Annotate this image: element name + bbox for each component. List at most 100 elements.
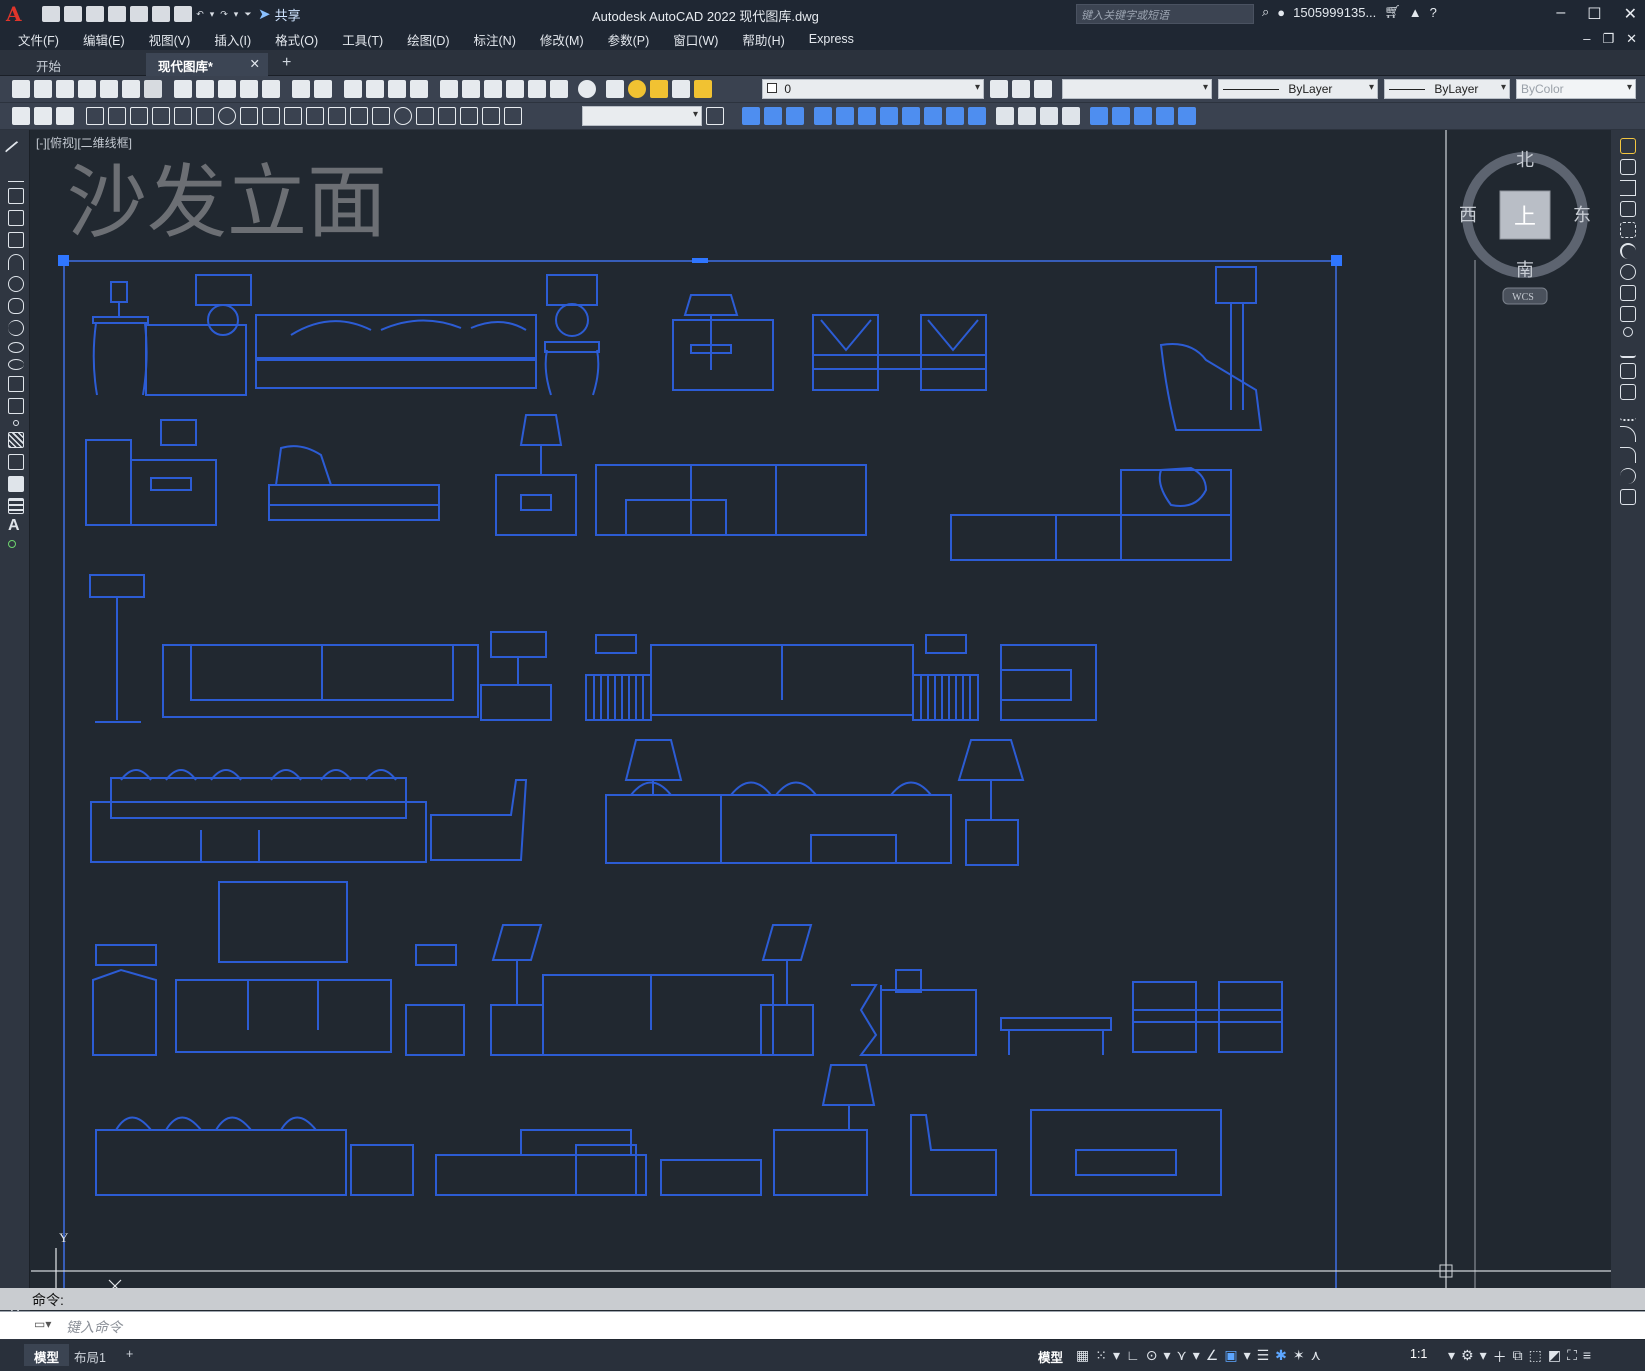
insert-block-left-icon[interactable] [8,376,24,392]
help-button[interactable]: ? [1430,5,1437,20]
subtract-icon[interactable] [764,107,782,125]
new-file-icon[interactable] [42,6,60,22]
search-input[interactable]: 键入关键字或短语 [1076,4,1254,24]
save-icon[interactable] [86,6,104,22]
model-space-toggle[interactable]: 模型 [1038,1347,1063,1366]
undo-dropdown-icon[interactable]: ▾ [208,6,216,22]
pan-icon[interactable] [344,80,362,98]
grid-icon[interactable]: ▦ [1076,1347,1089,1364]
continue-dim-icon[interactable] [306,107,324,125]
construction-line-icon[interactable] [8,166,24,182]
command-customize-icon[interactable]: ▭▾ [34,1317,51,1331]
cart-icon[interactable]: 🛒︎ [1384,4,1401,20]
search-icon[interactable]: ⌕ [1262,4,1269,20]
plotstyle-dropdown[interactable]: ByColor ▾ [1516,79,1636,99]
tool-palettes-icon[interactable] [484,80,502,98]
arc-icon[interactable] [8,254,24,270]
tab-start[interactable]: 开始 [24,53,144,76]
trim-icon[interactable] [1623,327,1633,337]
cut-icon[interactable] [174,80,192,98]
jogged-dim-icon[interactable] [196,107,214,125]
inspect-icon[interactable] [416,107,434,125]
fillet-icon[interactable] [1620,447,1636,463]
redo-icon[interactable]: ↷ [220,6,228,22]
drawing-canvas[interactable]: [-][俯视][二维线框] 沙发立面 上 北 南 西 东 WCS Y [31,130,1611,1288]
circle-icon[interactable] [8,276,24,292]
menu-draw[interactable]: 绘图(D) [407,30,449,49]
menu-help[interactable]: 帮助(H) [742,30,784,49]
workspace-gear-icon[interactable]: ⚙ [1461,1347,1474,1367]
ellipse-icon[interactable] [8,342,24,353]
break-icon[interactable] [1620,384,1636,400]
share-button[interactable]: ➤ 共享 [258,5,301,24]
loft-icon[interactable] [1156,107,1174,125]
diameter-dim-icon[interactable] [218,107,236,125]
gradient-icon[interactable] [8,454,24,470]
scale-dropdown-icon[interactable]: ▾ [1448,1347,1455,1367]
break-at-point-icon[interactable] [1620,363,1636,379]
user-name[interactable]: 1505999135... [1293,5,1376,20]
point-icon[interactable] [13,420,19,426]
revision-cloud-icon[interactable] [8,298,24,314]
maximize-icon[interactable]: ☐ [1587,4,1601,24]
baseline-dim-icon[interactable] [284,107,302,125]
block-editor-icon[interactable] [262,80,280,98]
clean-icon[interactable] [1018,107,1036,125]
extrude-icon[interactable] [1090,107,1108,125]
add-layout-button[interactable]: + [116,1344,143,1366]
dimtedit-icon[interactable] [482,107,500,125]
line-icon[interactable] [4,140,28,164]
quick-dim-icon[interactable] [262,107,280,125]
auto-scale-icon[interactable]: ✶ [1293,1347,1305,1364]
aligned-dim-icon[interactable] [108,107,126,125]
plot-3d-icon[interactable] [122,80,140,98]
workspace-dropdown-icon[interactable]: ▾ [1480,1347,1487,1367]
open-icon[interactable] [34,80,52,98]
tolerance-icon[interactable] [372,107,390,125]
extrude-faces-icon[interactable] [814,107,832,125]
menu-tools[interactable]: 工具(T) [342,30,383,49]
annotation-scale-icon[interactable]: ⋏ [1311,1347,1321,1364]
make-current-layer-icon[interactable] [990,80,1008,98]
polyline-icon[interactable] [8,188,24,204]
calculator-icon[interactable] [550,80,568,98]
new-tab-button[interactable]: + [282,54,291,72]
separate-icon[interactable] [1040,107,1058,125]
zoom-window-icon[interactable] [388,80,406,98]
add-selected-icon[interactable] [8,540,16,548]
blend-curves-icon[interactable] [1620,468,1636,484]
arc-length-dim-icon[interactable] [130,107,148,125]
fullscreen-icon[interactable]: ⛶ [1567,1347,1577,1367]
undo-icon[interactable]: ↶ [196,6,204,22]
explode-icon[interactable] [1620,489,1636,505]
globe-icon[interactable] [144,80,162,98]
array-icon[interactable] [1620,222,1636,238]
menu-format[interactable]: 格式(O) [275,30,318,49]
region-icon[interactable] [8,476,24,492]
mirror-icon[interactable] [1620,180,1636,196]
open-file-icon[interactable] [64,6,82,22]
qnew-icon[interactable] [12,80,30,98]
save-as-icon[interactable] [108,6,126,22]
layer-previous-icon[interactable] [1012,80,1030,98]
polygon-icon[interactable] [8,210,24,226]
clean-screen-icon[interactable]: ◩ [1548,1347,1561,1367]
doc-minimize-icon[interactable]: – [1583,31,1590,47]
menu-dimension[interactable]: 标注(N) [474,30,516,49]
radius-dim-icon[interactable] [174,107,192,125]
hardware-acceleration-icon[interactable]: ⬚ [1529,1347,1542,1367]
markup-icon[interactable] [528,80,546,98]
angular-dim-icon[interactable] [240,107,258,125]
extend-icon[interactable] [1620,342,1636,358]
menu-express[interactable]: Express [809,32,854,46]
ordinate-dim-icon[interactable] [152,107,170,125]
paste-icon[interactable] [218,80,236,98]
offset-faces-icon[interactable] [858,107,876,125]
preview-icon[interactable] [100,80,118,98]
tab-active-document[interactable]: 现代图库* ✕ [146,53,268,76]
dimedit-icon[interactable] [460,107,478,125]
sheet-set-icon[interactable] [506,80,524,98]
grip-top-mid[interactable] [692,258,708,263]
menu-edit[interactable]: 编辑(E) [83,30,125,49]
menu-file[interactable]: 文件(F) [18,30,59,49]
